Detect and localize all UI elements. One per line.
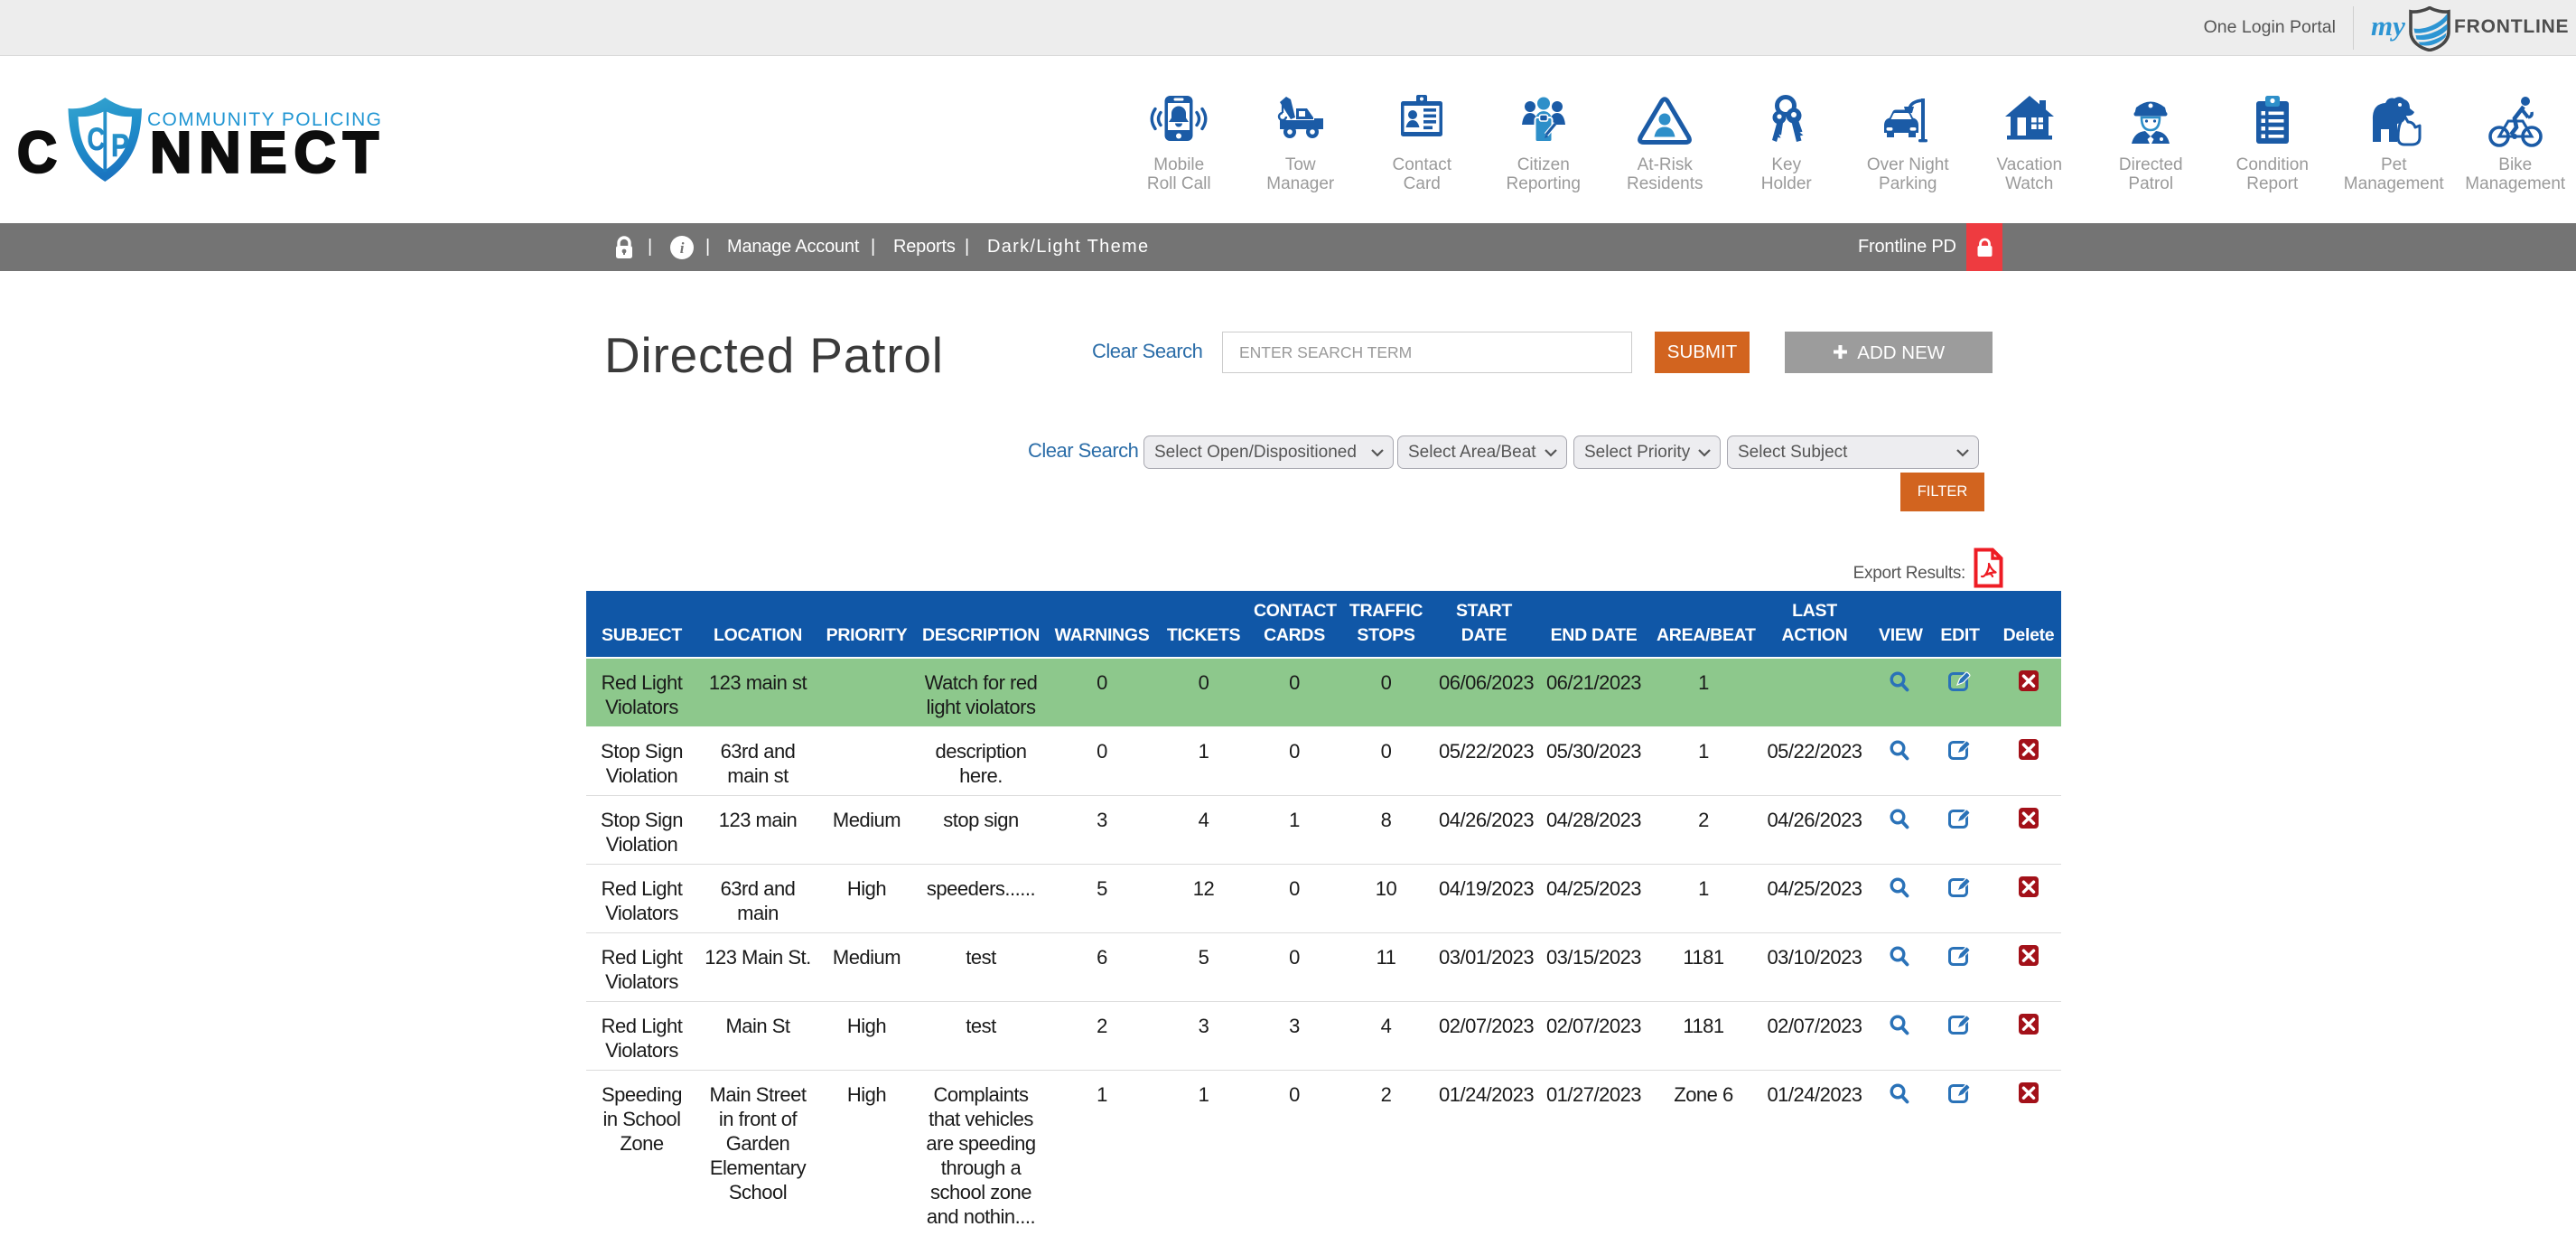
svg-text:i: i (680, 239, 685, 257)
svg-text:C: C (88, 122, 106, 157)
svg-text:C: C (17, 120, 57, 185)
svg-text:P: P (111, 128, 129, 164)
svg-text:COMMUNITY POLICING: COMMUNITY POLICING (147, 109, 381, 130)
